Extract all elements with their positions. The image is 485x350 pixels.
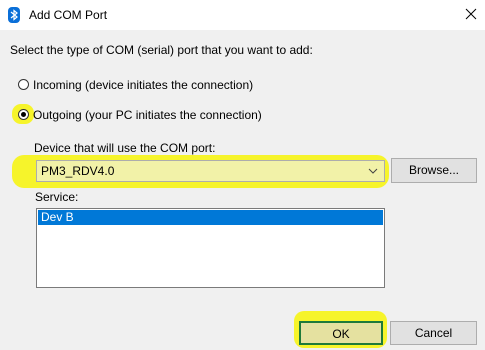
radio-selected-dot: [21, 112, 26, 117]
incoming-label[interactable]: Incoming (device initiates the connectio…: [33, 78, 253, 92]
bluetooth-icon: [8, 7, 20, 23]
instruction-text: Select the type of COM (serial) port tha…: [10, 43, 313, 57]
title-bar: Add COM Port: [0, 0, 485, 30]
device-value: PM3_RDV4.0: [41, 164, 115, 178]
service-listbox[interactable]: Dev B: [36, 208, 385, 288]
service-label: Service:: [35, 190, 79, 204]
browse-button[interactable]: Browse...: [391, 158, 477, 183]
chevron-down-icon: [368, 168, 378, 174]
incoming-radio[interactable]: [18, 79, 29, 90]
device-label: Device that will use the COM port:: [34, 141, 216, 155]
outgoing-label[interactable]: Outgoing (your PC initiates the connecti…: [33, 108, 262, 122]
close-icon[interactable]: [462, 5, 480, 23]
outgoing-radio[interactable]: [18, 109, 29, 120]
service-item-selected[interactable]: Dev B: [38, 210, 383, 225]
device-combobox[interactable]: PM3_RDV4.0: [36, 160, 385, 182]
cancel-button[interactable]: Cancel: [390, 321, 477, 345]
window-title: Add COM Port: [29, 8, 108, 22]
ok-button[interactable]: OK: [299, 321, 383, 345]
